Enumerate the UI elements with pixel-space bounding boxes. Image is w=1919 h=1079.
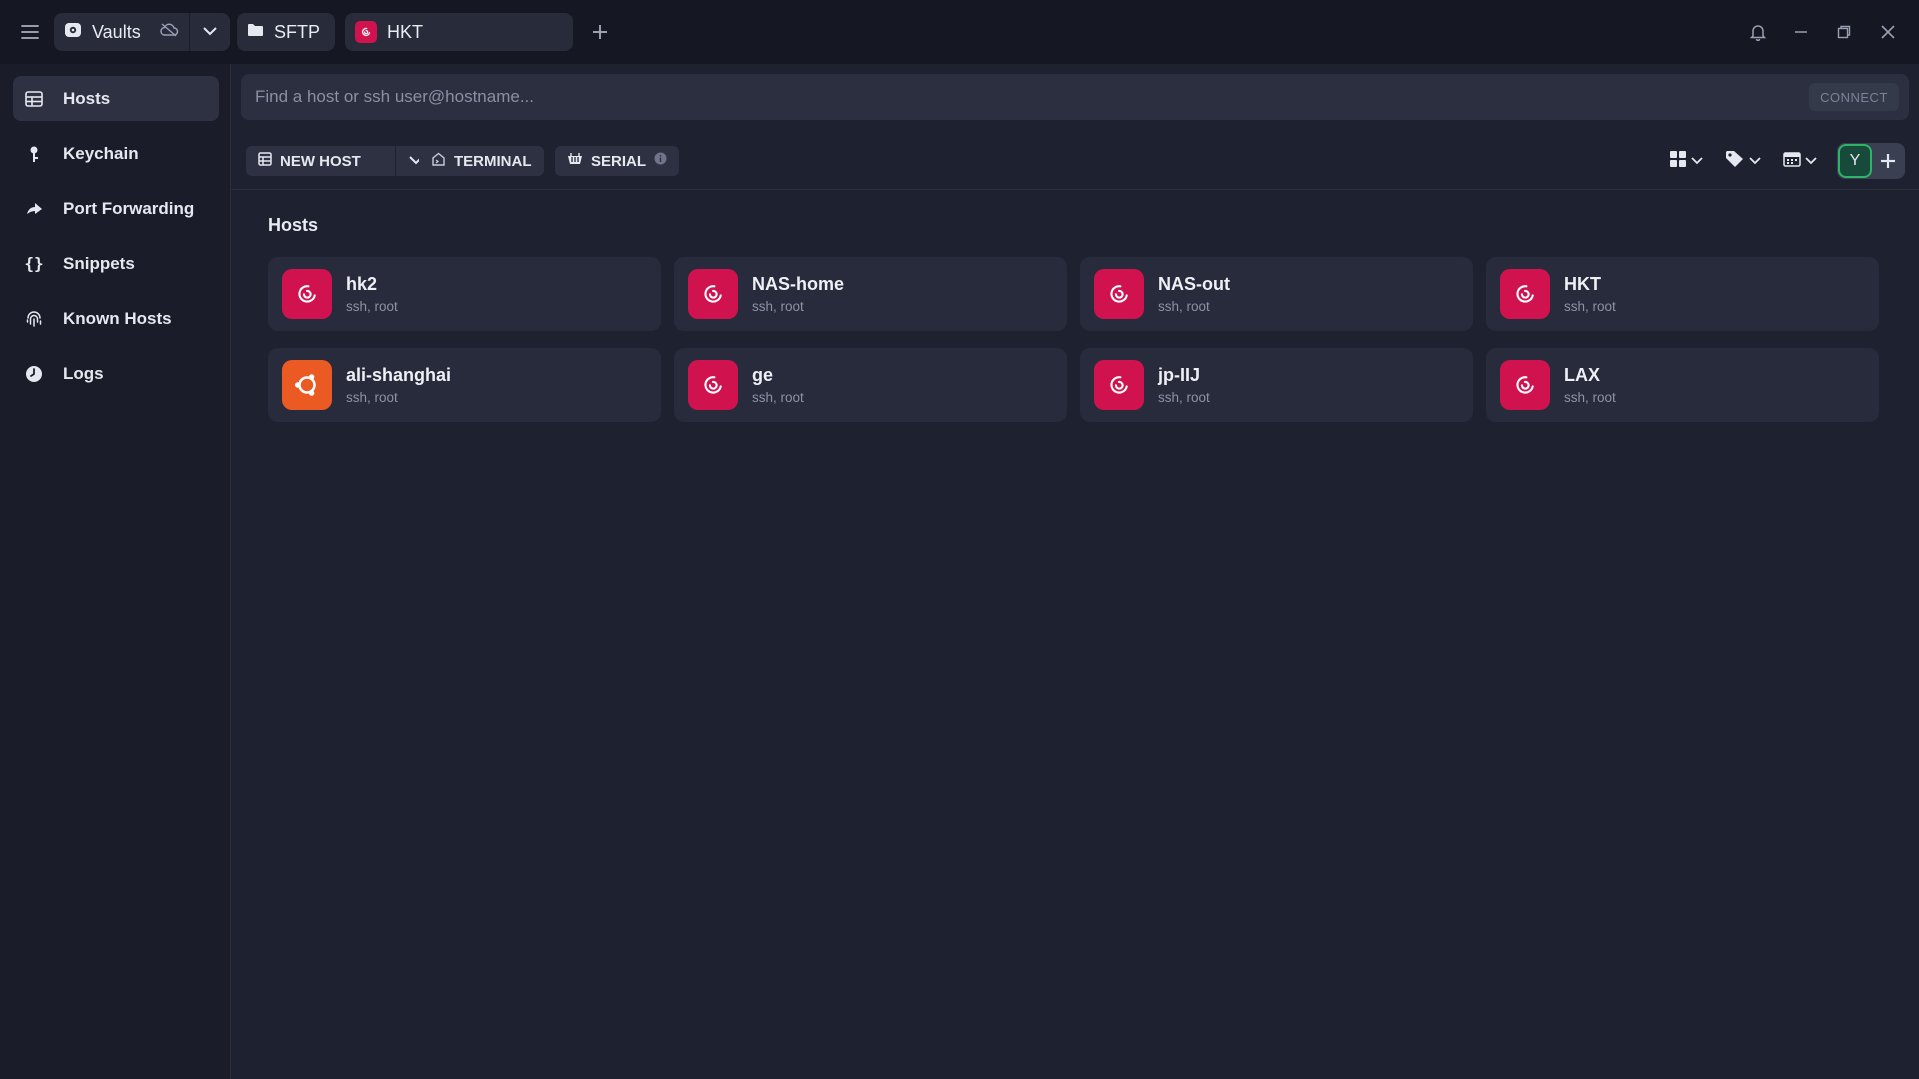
port-forward-icon: [25, 200, 43, 218]
debian-icon: [355, 21, 377, 43]
host-details: ssh, root: [1564, 390, 1616, 405]
debian-icon: [688, 360, 738, 410]
avatar[interactable]: Y: [1838, 144, 1872, 178]
title-bar: Vaults SFTP HKT: [0, 0, 1919, 64]
sidebar-item-label: Keychain: [63, 143, 139, 163]
tag-icon: [1725, 150, 1745, 173]
sidebar-item-snippets[interactable]: {} Snippets: [13, 241, 219, 286]
host-details: ssh, root: [1158, 299, 1210, 314]
menu-icon[interactable]: [16, 16, 44, 48]
account-group: Y: [1837, 143, 1905, 179]
add-member-button[interactable]: [1872, 144, 1904, 178]
chevron-down-icon: [1805, 152, 1817, 170]
host-details: ssh, root: [346, 299, 398, 314]
vaults-switcher: Vaults: [54, 13, 230, 51]
close-button[interactable]: [1874, 18, 1902, 46]
host-card-hk2[interactable]: hk2 ssh, root: [268, 257, 661, 331]
sidebar-item-label: Snippets: [63, 253, 135, 273]
serial-button[interactable]: SERIAL: [555, 146, 680, 176]
tags-filter-button[interactable]: [1725, 146, 1761, 176]
chevron-down-icon: [203, 23, 217, 41]
host-name: LAX: [1564, 365, 1600, 385]
sidebar-item-hosts[interactable]: Hosts: [13, 76, 219, 121]
braces-icon: {}: [24, 254, 44, 273]
info-icon: [654, 152, 667, 170]
folder-icon: [247, 23, 264, 42]
host-details: ssh, root: [1564, 299, 1616, 314]
host-card-ge[interactable]: ge ssh, root: [674, 348, 1067, 422]
hosts-grid-icon: [25, 90, 43, 108]
terminal-icon: [431, 152, 446, 171]
terminal-label: TERMINAL: [454, 152, 532, 170]
terminal-button[interactable]: TERMINAL: [419, 146, 544, 176]
minimize-button[interactable]: [1787, 18, 1815, 46]
host-name: NAS-out: [1158, 274, 1230, 294]
tab-label: HKT: [387, 21, 423, 42]
host-name: hk2: [346, 274, 378, 294]
serial-port-icon: [567, 152, 583, 170]
search-bar: CONNECT: [241, 74, 1909, 120]
sidebar-item-label: Known Hosts: [63, 308, 172, 328]
sidebar-item-port-forwarding[interactable]: Port Forwarding: [13, 186, 219, 231]
host-card-lax[interactable]: LAX ssh, root: [1486, 348, 1879, 422]
new-tab-button[interactable]: [586, 18, 614, 46]
clock-icon: [25, 365, 43, 383]
sidebar-item-label: Logs: [63, 363, 104, 383]
host-details: ssh, root: [346, 390, 398, 405]
debian-icon: [282, 269, 332, 319]
bell-icon[interactable]: [1744, 18, 1772, 46]
key-icon: [25, 145, 43, 163]
host-details: ssh, root: [1158, 390, 1210, 405]
server-icon: [258, 151, 272, 171]
calendar-icon: [1783, 151, 1801, 172]
view-mode-button[interactable]: [1669, 146, 1703, 176]
host-name: jp-IIJ: [1158, 365, 1201, 385]
host-card-nas-home[interactable]: NAS-home ssh, root: [674, 257, 1067, 331]
host-card-ali-shanghai[interactable]: ali-shanghai ssh, root: [268, 348, 661, 422]
tab-label: SFTP: [274, 21, 321, 42]
sidebar-item-logs[interactable]: Logs: [13, 351, 219, 396]
ubuntu-icon: [282, 360, 332, 410]
debian-icon: [688, 269, 738, 319]
debian-icon: [1500, 269, 1550, 319]
sidebar-item-label: Port Forwarding: [63, 198, 195, 218]
search-input[interactable]: [241, 74, 1809, 120]
vaults-dropdown-button[interactable]: [190, 13, 230, 51]
host-details: ssh, root: [752, 390, 804, 405]
sidebar-item-known-hosts[interactable]: Known Hosts: [13, 296, 219, 341]
section-title: Hosts: [268, 215, 319, 235]
tab-sftp[interactable]: SFTP: [237, 13, 335, 51]
host-card-jp-iij[interactable]: jp-IIJ ssh, root: [1080, 348, 1473, 422]
host-card-hkt[interactable]: HKT ssh, root: [1486, 257, 1879, 331]
new-host-label: NEW HOST: [280, 152, 361, 170]
host-name: ge: [752, 365, 774, 385]
host-name: ali-shanghai: [346, 365, 452, 385]
tab-hkt[interactable]: HKT: [345, 13, 573, 51]
sort-button[interactable]: [1783, 146, 1817, 176]
grid-view-icon: [1669, 150, 1687, 173]
serial-label: SERIAL: [591, 152, 647, 170]
chevron-down-icon: [1691, 152, 1703, 170]
chevron-down-icon: [1749, 152, 1761, 170]
new-host-group: NEW HOST: [246, 146, 436, 176]
debian-icon: [1094, 360, 1144, 410]
vaults-button[interactable]: Vaults: [54, 13, 190, 51]
vault-icon: [64, 21, 82, 44]
host-name: NAS-home: [752, 274, 845, 294]
hosts-toolbar: NEW HOST TERMINAL SERIAL Y: [231, 132, 1919, 190]
cloud-icon: [159, 22, 179, 42]
connect-button[interactable]: CONNECT: [1809, 83, 1899, 111]
host-card-nas-out[interactable]: NAS-out ssh, root: [1080, 257, 1473, 331]
sidebar-item-label: Hosts: [63, 88, 111, 108]
debian-icon: [1094, 269, 1144, 319]
restore-button[interactable]: [1830, 18, 1858, 46]
new-host-button[interactable]: NEW HOST: [246, 146, 396, 176]
sidebar-item-keychain[interactable]: Keychain: [13, 131, 219, 176]
fingerprint-icon: [25, 310, 43, 328]
host-details: ssh, root: [752, 299, 804, 314]
host-name: HKT: [1564, 274, 1601, 294]
debian-icon: [1500, 360, 1550, 410]
vaults-label: Vaults: [92, 21, 141, 42]
sidebar: Hosts Keychain Port Forwarding {} Snippe…: [0, 64, 231, 1079]
